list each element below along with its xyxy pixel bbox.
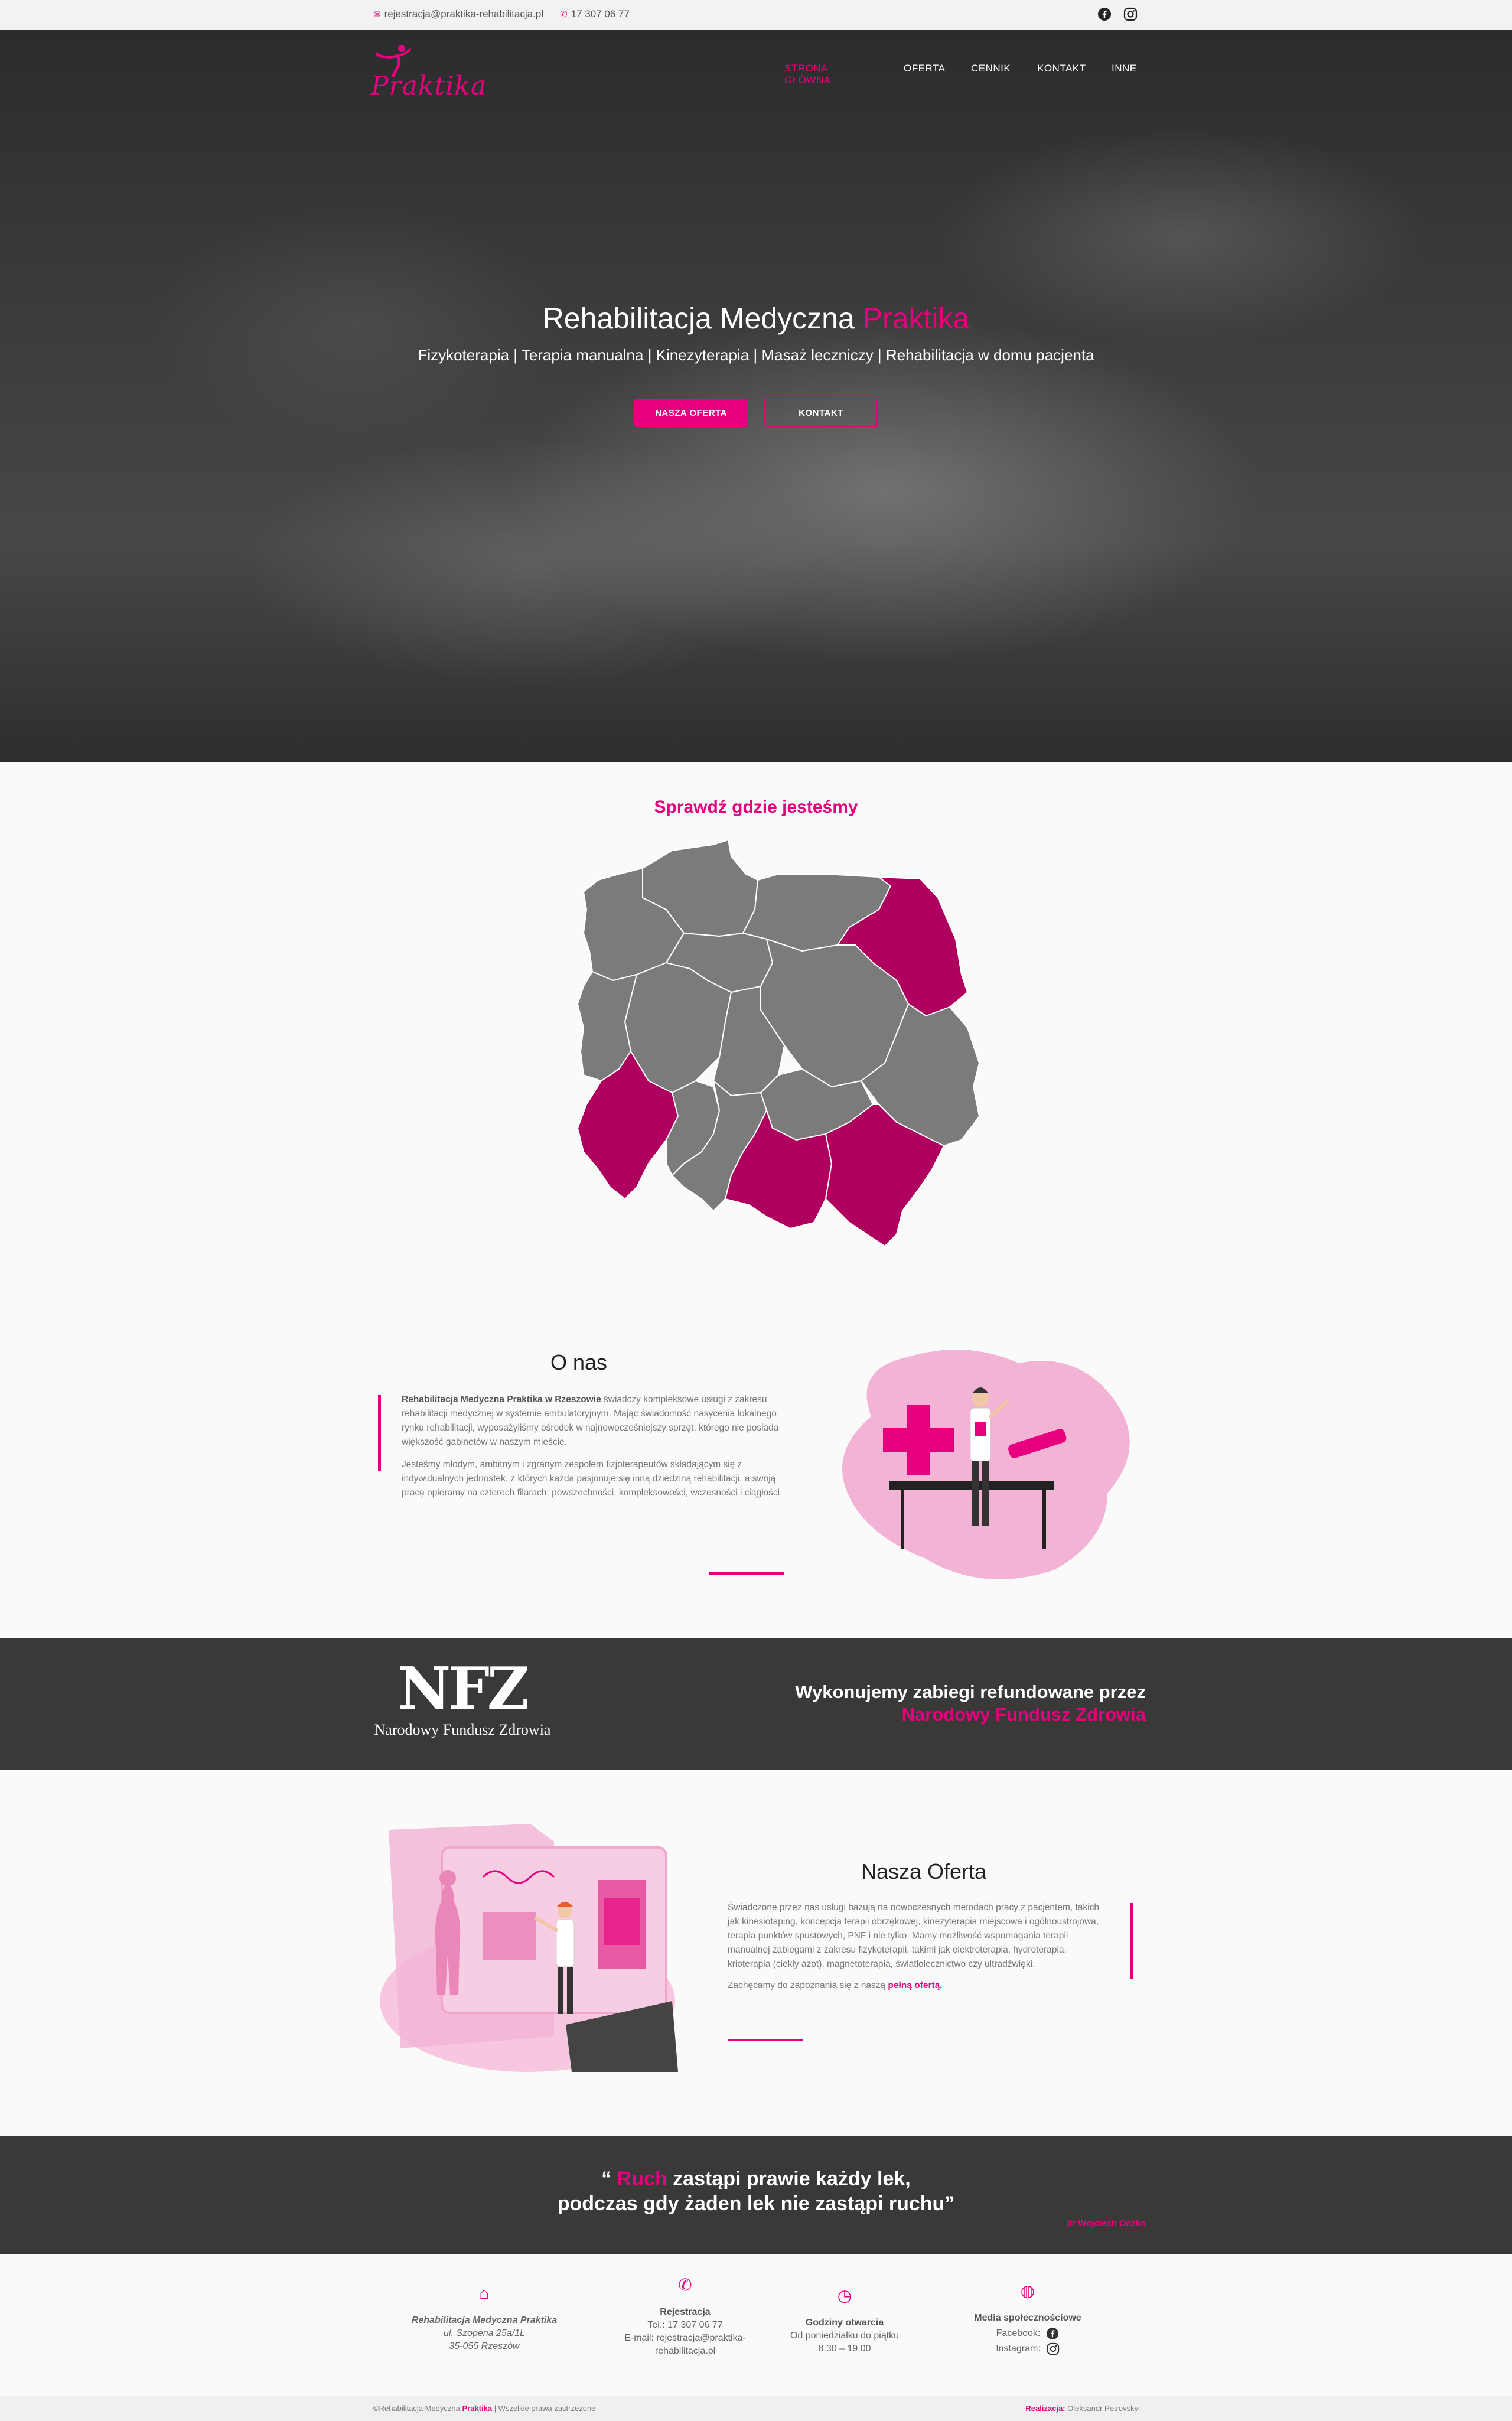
offer-paragraph-1: Świadczone przez nas usługi bazują na no… <box>728 1902 1099 1969</box>
footer-facebook-label: Facebook: <box>996 2328 1041 2338</box>
hero-subtitle: Fizykoterapia | Terapia manualna | Kinez… <box>418 346 1094 364</box>
about-name: Rehabilitacja Medyczna <box>402 1394 507 1405</box>
footer-hours-time: 8.30 – 19.00 <box>818 2344 871 2354</box>
hero-section: Praktika STRONA GŁÓWNA OFERTA CENNIK KON… <box>0 30 1512 762</box>
facebook-icon[interactable] <box>1046 2327 1059 2340</box>
nav-item-contact[interactable]: KONTAKT <box>1037 63 1090 74</box>
footer-company-name: Rehabilitacja Medyczna <box>411 2315 520 2325</box>
nfz-logo-caption: Narodowy Fundusz Zdrowia <box>374 1721 551 1738</box>
footer-registration-title: Rejestracja <box>660 2307 711 2317</box>
nfz-text: Wykonujemy zabiegi refundowane przez Nar… <box>795 1681 1146 1726</box>
credits: Realizacja: Oleksandr Petrovskyi <box>1025 2404 1140 2413</box>
instagram-icon[interactable] <box>1047 2342 1060 2355</box>
credits-label: Realizacja: <box>1025 2404 1065 2413</box>
top-email: rejestracja@praktika-rehabilitacja.pl <box>384 8 544 19</box>
about-text: Rehabilitacja Medyczna Praktika w Rzeszo… <box>402 1393 783 1508</box>
logo-text[interactable]: Praktika <box>371 71 487 101</box>
footer-hours-title: Godziny otwarcia <box>805 2318 884 2328</box>
poland-map <box>577 839 980 1247</box>
footer-instagram-row: Instagram: <box>951 2342 1104 2355</box>
about-divider <box>709 1572 784 1575</box>
quote-band: “ Ruch zastąpi prawie każdy lek, podczas… <box>0 2136 1512 2254</box>
footer-hours: ◷ Godziny otwarcia Od poniedziałku do pi… <box>774 2286 915 2355</box>
top-bar: ✉ rejestracja@praktika-rehabilitacja.pl … <box>0 0 1512 30</box>
footer-instagram-label: Instagram: <box>996 2344 1041 2354</box>
top-email-link[interactable]: ✉ rejestracja@praktika-rehabilitacja.pl <box>373 8 543 20</box>
nav-item-home[interactable]: STRONA GŁÓWNA <box>784 63 873 86</box>
contact-button[interactable]: KONTAKT <box>764 399 878 427</box>
instagram-icon[interactable] <box>1123 7 1138 21</box>
offer-p2-text: Zachęcamy do zapoznania się z naszą <box>728 1980 888 1990</box>
offer-heading: Nasza Oferta <box>861 1859 987 1884</box>
nav-item-pricing[interactable]: CENNIK <box>971 63 1018 74</box>
envelope-icon: ✉ <box>373 9 381 19</box>
copyright-text: ©Rehabilitacja Medyczna <box>373 2404 462 2413</box>
phone-icon: ✆ <box>560 9 568 19</box>
copyright: ©Rehabilitacja Medyczna Praktika | Wszel… <box>373 2404 595 2413</box>
quote-accent: Ruch <box>617 2168 667 2190</box>
nfz-line-1: Wykonujemy zabiegi refundowane przez <box>795 1682 1146 1702</box>
top-phone-link[interactable]: ✆ 17 307 06 77 <box>560 8 630 20</box>
footer-street: ul. Szopena 25a/1L <box>444 2328 525 2338</box>
nav-item-offer[interactable]: OFERTA <box>904 63 951 74</box>
home-icon: ⌂ <box>479 2284 490 2302</box>
hero-title-main: Rehabilitacja Medyczna <box>542 302 863 335</box>
footer-company: Rehabilitacja Medyczna Praktika <box>402 2314 567 2327</box>
about-paragraph-2: Jesteśmy młodym, ambitnym i zgranym zesp… <box>402 1459 783 1498</box>
footer-tel[interactable]: Tel.: 17 307 06 77 <box>591 2319 780 2332</box>
bottom-bar: ©Rehabilitacja Medyczna Praktika | Wszel… <box>0 2396 1512 2421</box>
footer-social: ◍ Media społecznościowe Facebook: Instag… <box>951 2282 1104 2355</box>
offer-illustration <box>380 1824 678 2072</box>
nfz-logo-letters: NFZ <box>397 1655 530 1723</box>
quote-line-1: “ Ruch zastąpi prawie każdy lek, <box>0 2166 1512 2191</box>
nav-item-other[interactable]: INNE <box>1112 63 1147 74</box>
footer-company-accent: Praktika <box>520 2315 558 2325</box>
copyright-rights: | Wszelkie prawa zastrzeżone <box>492 2404 596 2413</box>
footer-social-title: Media społecznościowe <box>974 2313 1081 2323</box>
hero-title-accent: Praktika <box>862 302 970 335</box>
quote-text: “ Ruch zastąpi prawie każdy lek, podczas… <box>0 2166 1512 2216</box>
about-paragraph-1: Rehabilitacja Medyczna Praktika w Rzeszo… <box>402 1393 783 1449</box>
facebook-icon[interactable] <box>1097 7 1112 21</box>
offer-text: Świadczone przez nas usługi bazują na no… <box>728 1901 1110 2000</box>
top-contact: ✉ rejestracja@praktika-rehabilitacja.pl … <box>373 8 646 20</box>
footer-facebook-row: Facebook: <box>951 2327 1104 2340</box>
globe-icon: ◍ <box>1020 2282 1035 2300</box>
clock-icon: ◷ <box>837 2286 852 2305</box>
offer-paragraph-2: Zachęcamy do zapoznania się z naszą pełn… <box>728 1979 1110 1993</box>
about-city: w Rzeszowie <box>542 1394 601 1405</box>
quote-author: dr Wojciech Oczko <box>1067 2218 1146 2228</box>
offer-accent-bar <box>1130 1903 1133 1979</box>
phone-icon: ✆ <box>678 2276 692 2294</box>
footer-hours-days: Od poniedziałku do piątku <box>790 2331 900 2341</box>
doctor-illustration <box>842 1350 1130 1579</box>
footer-address: ⌂ Rehabilitacja Medyczna Praktika ul. Sz… <box>402 2284 567 2353</box>
offer-button[interactable]: NASZA OFERTA <box>634 399 748 427</box>
top-social <box>1097 7 1138 21</box>
footer: ⌂ Rehabilitacja Medyczna Praktika ul. Sz… <box>0 2254 1512 2396</box>
about-heading: O nas <box>550 1350 608 1374</box>
nfz-line-2: Narodowy Fundusz Zdrowia <box>901 1704 1146 1725</box>
about-accent-bar <box>378 1395 381 1471</box>
offer-divider <box>728 2039 803 2041</box>
top-phone: 17 307 06 77 <box>571 8 630 19</box>
full-offer-link[interactable]: pełną ofertą. <box>888 1980 942 1990</box>
quote-line-1-rest: zastąpi prawie każdy lek, <box>667 2168 911 2190</box>
footer-email-2[interactable]: rehabilitacja.pl <box>591 2345 780 2358</box>
about-name-accent: Praktika <box>507 1394 543 1405</box>
map-title: Sprawdź gdzie jesteśmy <box>654 797 858 817</box>
footer-registration: ✆ Rejestracja Tel.: 17 307 06 77 E-mail:… <box>591 2276 780 2358</box>
copyright-accent: Praktika <box>462 2404 493 2413</box>
nfz-band: NFZ Narodowy Fundusz Zdrowia Wykonujemy … <box>0 1638 1512 1770</box>
credits-name[interactable]: Oleksandr Petrovskyi <box>1065 2404 1140 2413</box>
quote-line-2: podczas gdy żaden lek nie zastąpi ruchu” <box>557 2192 955 2215</box>
footer-city: 35-055 Rzeszów <box>449 2341 520 2351</box>
nfz-logo: NFZ Narodowy Fundusz Zdrowia <box>365 1660 560 1754</box>
quote-open: “ <box>601 2168 617 2190</box>
hero-title: Rehabilitacja Medyczna Praktika <box>0 301 1512 335</box>
footer-email-1[interactable]: E-mail: rejestracja@praktika- <box>591 2332 780 2345</box>
